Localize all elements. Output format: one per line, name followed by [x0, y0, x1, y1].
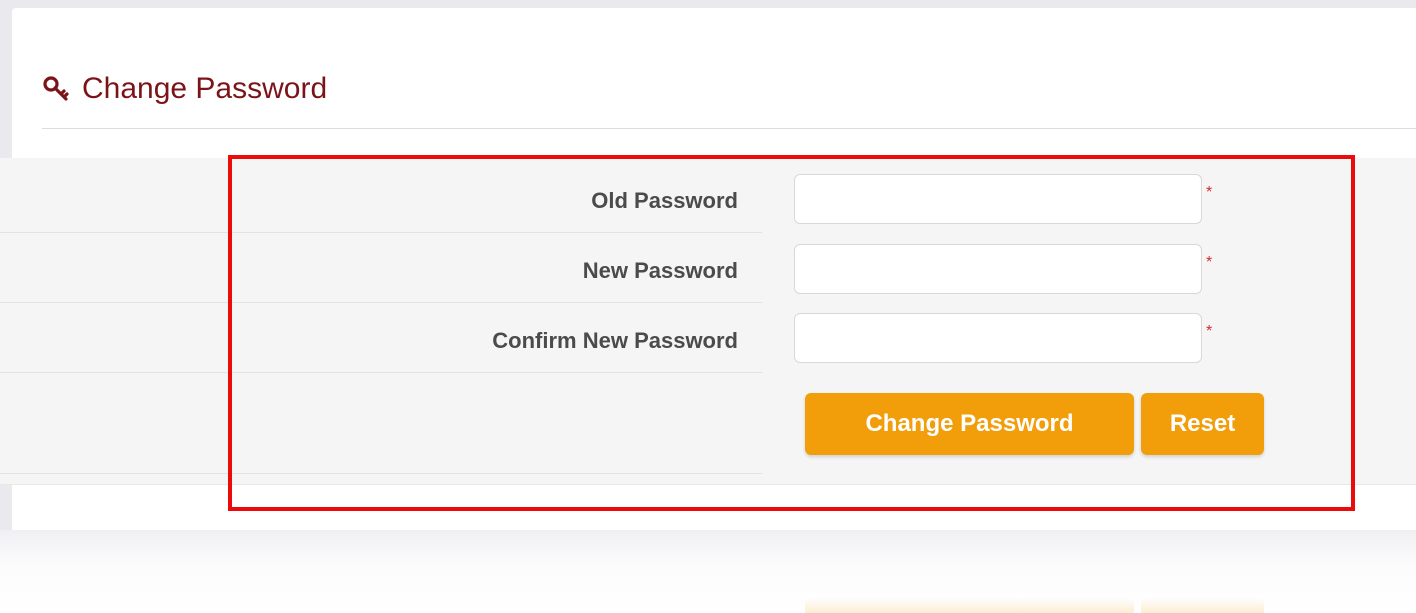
new-password-required-mark: *	[1206, 254, 1213, 271]
confirm-password-required-mark: *	[1206, 323, 1213, 340]
old-password-required-mark: *	[1206, 184, 1213, 201]
row-divider	[0, 302, 762, 303]
change-password-button[interactable]: Change Password	[805, 393, 1134, 455]
row-divider	[0, 372, 762, 373]
reset-button[interactable]: Reset	[1141, 393, 1264, 455]
reflection-effect	[0, 530, 1416, 613]
page-title: Change Password	[42, 72, 327, 106]
button-reflection	[1141, 598, 1264, 613]
old-password-label: Old Password	[591, 188, 738, 213]
row-divider	[0, 473, 762, 474]
old-password-field[interactable]	[794, 174, 1202, 224]
new-password-label: New Password	[582, 258, 738, 283]
page-title-text: Change Password	[82, 72, 328, 105]
title-divider	[42, 128, 1416, 129]
key-icon	[42, 74, 72, 104]
row-divider	[0, 232, 762, 233]
confirm-password-field[interactable]	[794, 313, 1202, 363]
confirm-password-label: Confirm New Password	[492, 328, 738, 353]
new-password-field[interactable]	[794, 244, 1202, 294]
button-reflection	[805, 598, 1134, 613]
